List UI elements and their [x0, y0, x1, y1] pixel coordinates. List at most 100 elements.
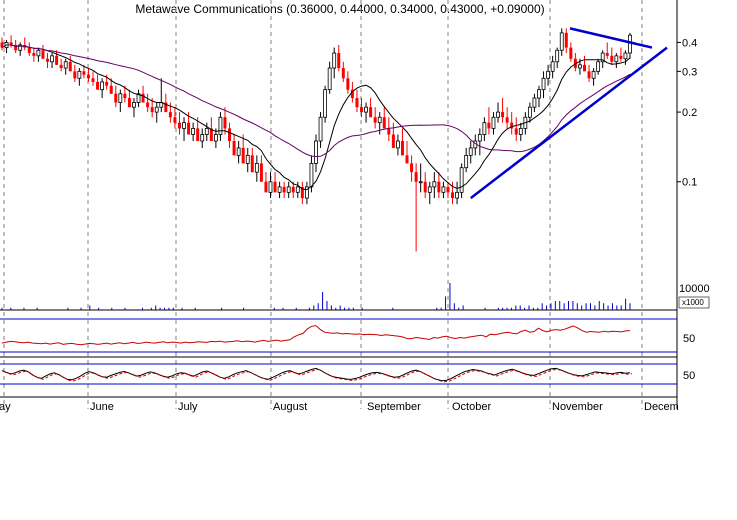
rsi-axis-label: 50	[683, 333, 695, 345]
candle-body	[27, 47, 31, 54]
candle-body	[295, 186, 300, 193]
candle-body	[341, 68, 345, 79]
rsi-panel: 50	[1, 325, 695, 346]
candle-body	[204, 128, 209, 135]
stochastic-line	[1, 367, 633, 383]
candle-body	[318, 116, 323, 142]
candle-body	[364, 106, 368, 113]
candle-body	[218, 116, 223, 135]
candle-body	[32, 53, 36, 56]
candle-body	[537, 89, 541, 99]
candle-body	[228, 128, 232, 141]
candle-body	[236, 147, 241, 156]
candle-body	[501, 112, 505, 118]
candle-body	[505, 117, 509, 123]
candle-body	[323, 89, 328, 118]
candle-body	[259, 163, 263, 182]
month-label: July	[178, 401, 198, 413]
candle-body	[187, 122, 191, 135]
y-tick-label: 0.1	[682, 177, 697, 189]
candle-body	[213, 134, 218, 142]
candle-body	[196, 128, 200, 141]
price-panel: 0.4 0.3 0.2 0.1	[0, 27, 697, 252]
candle-body	[432, 181, 437, 188]
candle-body	[232, 141, 236, 156]
candle-body	[68, 61, 72, 72]
candle-body	[382, 117, 386, 129]
candle-body	[591, 70, 596, 79]
candle-body	[63, 61, 68, 69]
chart-canvas: Metawave Communications (0.36000, 0.4400…	[0, 0, 710, 413]
volume-bars	[1, 283, 631, 310]
candle-body	[182, 122, 186, 129]
candle-body	[555, 49, 560, 63]
candle-body	[282, 186, 286, 193]
candle-body	[614, 55, 619, 63]
candle-body	[355, 98, 359, 108]
candle-body	[360, 107, 364, 113]
month-label: August	[273, 401, 307, 413]
candle-body	[286, 186, 291, 193]
candle-body	[291, 186, 295, 193]
candle-body	[559, 32, 564, 51]
candle-body	[391, 134, 395, 148]
candle-body	[254, 163, 259, 173]
candle-body	[373, 117, 377, 123]
candle-body	[264, 181, 268, 193]
month-label: September	[367, 401, 421, 413]
candle-body	[46, 58, 50, 62]
candle-body	[173, 117, 177, 123]
candle-body	[168, 112, 172, 118]
candle-body	[578, 64, 582, 69]
candle-body	[191, 128, 196, 135]
y-tick-label: 0.3	[682, 66, 697, 78]
candle-body	[569, 47, 573, 59]
month-axis: ay June July August September October November…	[0, 401, 679, 413]
candle-body	[250, 155, 254, 173]
candle-body	[605, 53, 609, 56]
candle-body	[82, 71, 86, 75]
candle-body	[118, 93, 123, 103]
candle-body	[127, 98, 131, 108]
candle-body	[86, 74, 90, 79]
candle-body	[200, 134, 205, 142]
candle-body	[514, 128, 518, 135]
candle-body	[273, 181, 277, 193]
candle-body	[123, 93, 127, 99]
month-label: Decem	[644, 401, 679, 413]
support-trendline	[469, 46, 668, 200]
candle-body	[377, 116, 382, 124]
candle-body	[423, 181, 427, 193]
price-axis: 0.4 0.3 0.2 0.1	[677, 37, 697, 189]
candle-body	[387, 128, 391, 135]
stock-chart: Metawave Communications (0.36000, 0.4400…	[0, 0, 737, 515]
candle-body	[327, 67, 332, 91]
candle-body	[105, 81, 109, 86]
candle-body	[487, 122, 491, 129]
candle-body	[437, 181, 441, 193]
candle-body	[414, 172, 418, 182]
resistance-trendline	[569, 27, 653, 49]
candle-body	[109, 85, 113, 94]
candle-body	[541, 77, 546, 91]
stochastic-axis-label: 50	[683, 370, 695, 382]
candle-body	[468, 147, 473, 156]
rsi-line	[1, 325, 631, 346]
candle-body	[132, 102, 136, 108]
y-tick-label: 0.4	[682, 37, 697, 49]
month-label: October	[452, 401, 491, 413]
candle-body	[410, 163, 414, 173]
candle-body	[619, 55, 623, 59]
candle-body	[55, 55, 59, 65]
candle-body	[582, 64, 586, 72]
candle-body	[114, 93, 118, 103]
candle-body	[455, 191, 459, 199]
candle-body	[146, 102, 150, 108]
candle-body	[59, 64, 63, 69]
candle-body	[441, 186, 446, 193]
candle-body	[36, 49, 41, 57]
month-label: June	[90, 401, 114, 413]
candle-body	[268, 181, 273, 193]
candle-body	[73, 71, 77, 79]
candle-body	[332, 52, 337, 69]
